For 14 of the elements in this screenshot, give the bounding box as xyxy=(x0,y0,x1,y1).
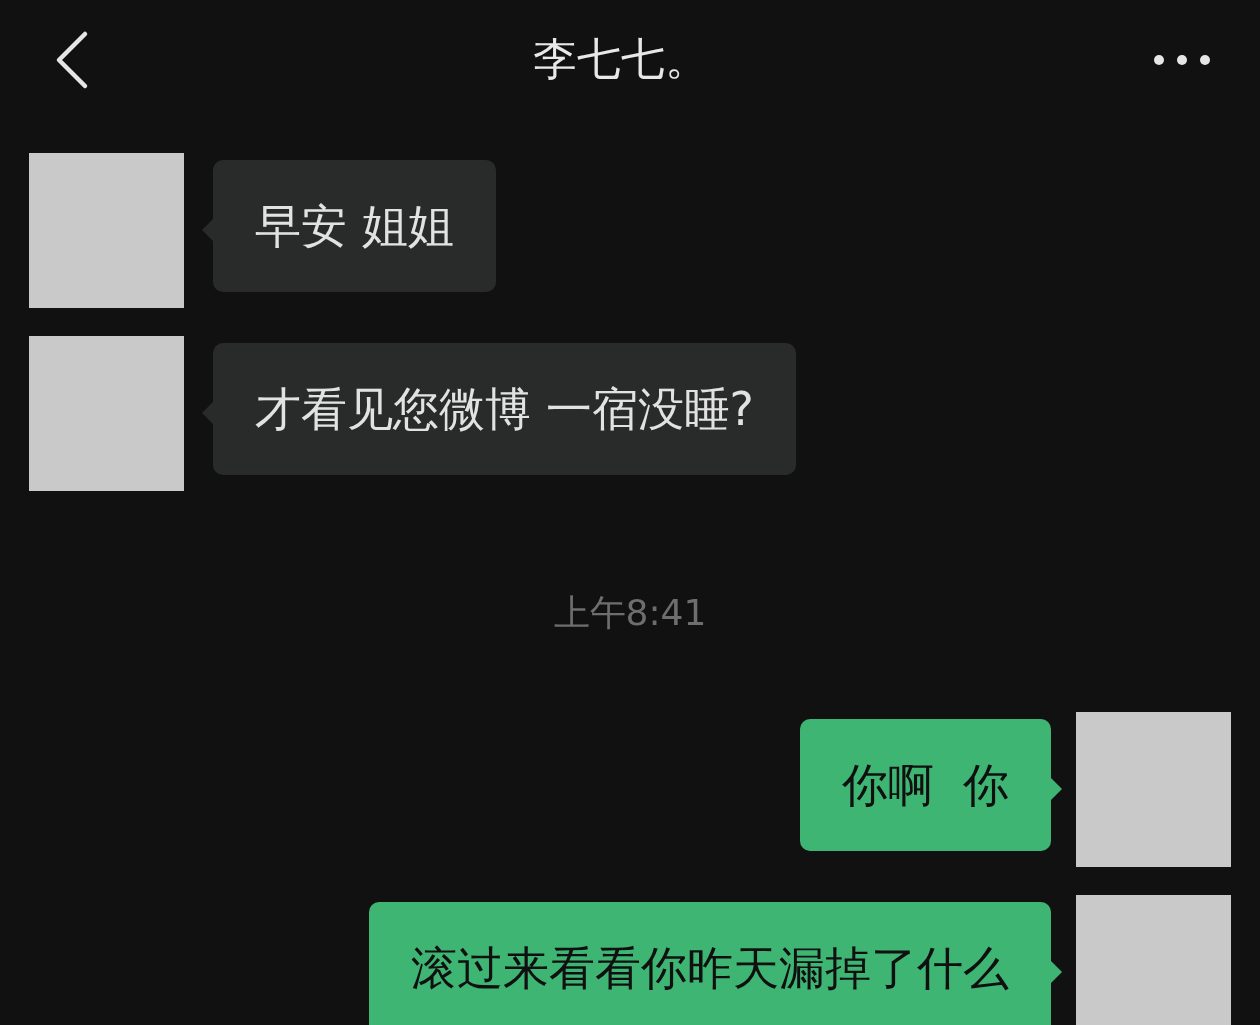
bubble-tail xyxy=(1051,961,1062,983)
avatar[interactable] xyxy=(1076,712,1231,867)
bubble-tail xyxy=(1051,778,1062,800)
avatar[interactable] xyxy=(1076,895,1231,1025)
message-bubble: 才看见您微博 一宿没睡? xyxy=(213,343,797,475)
more-icon[interactable] xyxy=(1152,52,1212,67)
avatar[interactable] xyxy=(29,336,184,491)
timestamp: 上午8:41 xyxy=(553,591,707,635)
chat-title: 李七七。 xyxy=(532,32,709,86)
back-icon[interactable] xyxy=(55,29,89,90)
message-bubble: 你啊 你 xyxy=(799,719,1051,851)
avatar[interactable] xyxy=(29,153,184,308)
message-bubble: 早安 姐姐 xyxy=(213,160,496,292)
message-bubble: 滚过来看看你昨天漏掉了什么 xyxy=(369,902,1051,1025)
